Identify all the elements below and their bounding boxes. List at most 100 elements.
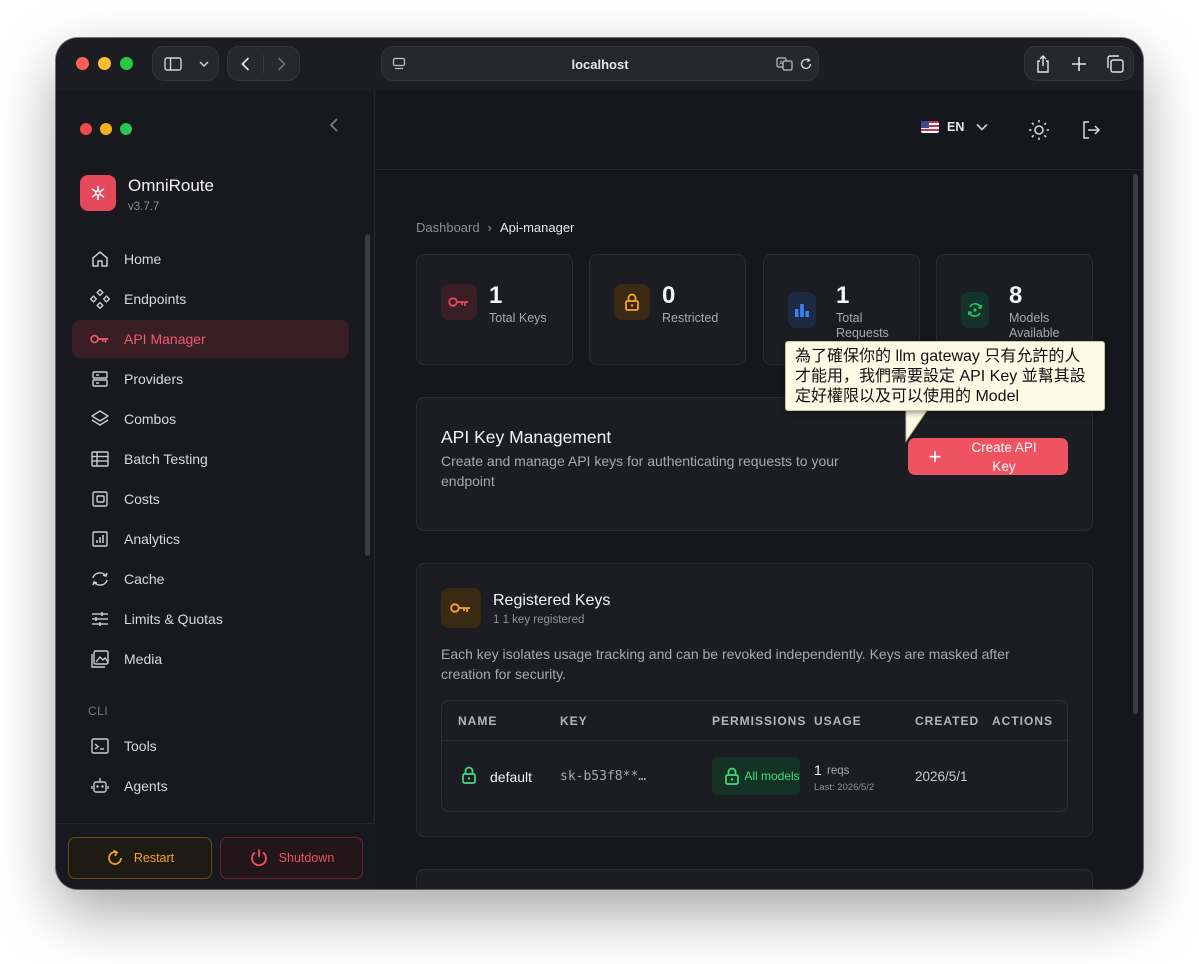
maximize-window-button[interactable] xyxy=(120,57,133,70)
wallet-icon xyxy=(90,489,110,509)
registered-keys-count: 1 1 key registered xyxy=(493,614,585,626)
restart-icon xyxy=(108,849,122,865)
forward-icon[interactable] xyxy=(264,47,299,80)
chevron-down-icon[interactable] xyxy=(193,47,215,80)
app-name: OmniRoute xyxy=(128,176,214,195)
sidebar-item-batch-testing[interactable]: Batch Testing xyxy=(72,440,349,478)
tab-overview-icon[interactable] xyxy=(1097,47,1133,80)
chart-icon xyxy=(90,529,110,549)
url-text: localhost xyxy=(571,57,629,72)
cycle-icon xyxy=(961,292,989,328)
registered-keys-card: Registered Keys 1 1 key registered Each … xyxy=(416,563,1093,837)
sidebar-footer: Restart Shutdown xyxy=(56,823,375,889)
restart-button[interactable]: Restart xyxy=(68,837,212,879)
back-icon[interactable] xyxy=(228,47,263,80)
sidebar-toggle-icon[interactable] xyxy=(153,47,193,80)
management-title: API Key Management xyxy=(441,427,612,447)
sidebar-item-combos[interactable]: Combos xyxy=(72,400,349,438)
column-header-permissions: PERMISSIONS xyxy=(712,714,807,728)
usage-unit: reqs xyxy=(827,765,850,777)
stat-value: 0 xyxy=(662,282,676,309)
permissions-badge[interactable]: All models xyxy=(712,757,800,795)
stat-label: Total Keys xyxy=(489,311,547,325)
breadcrumb-root[interactable]: Dashboard xyxy=(416,220,480,235)
sidebar-item-media[interactable]: Media xyxy=(72,640,349,678)
home-icon xyxy=(90,249,110,269)
chevron-down-icon xyxy=(976,123,988,131)
permissions-label: All models xyxy=(744,768,800,783)
collapse-sidebar-icon[interactable] xyxy=(326,116,344,134)
usage-last: Last: 2026/5/2 xyxy=(814,782,875,793)
next-card xyxy=(416,869,1093,889)
sidebar-item-label: Agents xyxy=(124,778,168,794)
sidebar-dot-green xyxy=(120,123,132,135)
bar-chart-icon xyxy=(788,292,816,328)
stat-label: Total Requests xyxy=(836,311,889,340)
close-window-button[interactable] xyxy=(76,57,89,70)
create-api-key-button[interactable]: + Create API Key xyxy=(908,438,1068,475)
shutdown-label: Shutdown xyxy=(278,851,335,865)
reload-icon[interactable] xyxy=(799,57,813,71)
key-icon xyxy=(441,284,477,320)
theme-toggle-icon[interactable] xyxy=(1028,119,1050,141)
stat-label: Restricted xyxy=(662,311,719,325)
logout-icon[interactable] xyxy=(1080,119,1102,141)
top-header: EN xyxy=(376,90,1143,170)
column-header-usage: USAGE xyxy=(814,714,862,728)
api-key-management-card: API Key Management Create and manage API… xyxy=(416,397,1093,531)
sliders-icon xyxy=(90,609,110,629)
sidebar-dot-red xyxy=(80,123,92,135)
sidebar-item-label: Analytics xyxy=(124,531,181,547)
registered-keys-title: Registered Keys xyxy=(493,592,611,609)
minimize-window-button[interactable] xyxy=(98,57,111,70)
key-icon xyxy=(90,329,110,349)
sidebar-section-cli: CLI xyxy=(88,704,109,718)
key-icon xyxy=(441,588,481,628)
main-scrollbar[interactable] xyxy=(1133,174,1138,714)
column-header-name: NAME xyxy=(458,714,498,728)
sidebar-item-cache[interactable]: Cache xyxy=(72,560,349,598)
sidebar-item-tools[interactable]: Tools xyxy=(72,727,349,765)
sidebar-item-endpoints[interactable]: Endpoints xyxy=(72,280,349,318)
shutdown-button[interactable]: Shutdown xyxy=(220,837,363,879)
sidebar-item-label: Providers xyxy=(124,371,184,387)
breadcrumb-separator: › xyxy=(487,220,492,235)
sidebar-scrollbar[interactable] xyxy=(365,234,370,556)
usage-count: 1 xyxy=(814,762,822,778)
table-row: default sk-b53f8**… All models 1 reqs La… xyxy=(442,741,1067,811)
unlock-icon xyxy=(462,766,476,784)
sidebar-item-limits-quotas[interactable]: Limits & Quotas xyxy=(72,600,349,638)
new-tab-icon[interactable] xyxy=(1061,47,1097,80)
restart-label: Restart xyxy=(133,851,175,865)
sidebar-item-label: Limits & Quotas xyxy=(124,611,223,627)
sidebar-item-label: API Manager xyxy=(124,331,206,347)
terminal-icon xyxy=(90,736,110,756)
key-masked-value: sk-b53f8**… xyxy=(560,769,647,784)
sidebar-item-analytics[interactable]: Analytics xyxy=(72,520,349,558)
language-selector[interactable]: EN xyxy=(921,120,988,134)
sidebar-item-costs[interactable]: Costs xyxy=(72,480,349,518)
stat-value: 8 xyxy=(1009,282,1023,309)
column-header-created: CREATED xyxy=(915,714,980,728)
translate-icon[interactable]: A xyxy=(776,57,793,71)
sidebar-item-label: Cache xyxy=(124,571,165,587)
column-header-actions: ACTIONS xyxy=(992,714,1053,728)
sidebar-item-home[interactable]: Home xyxy=(72,240,349,278)
sidebar-item-label: Combos xyxy=(124,411,177,427)
sidebar-item-api-manager[interactable]: API Manager xyxy=(72,320,349,358)
address-bar[interactable]: localhost A xyxy=(381,46,819,81)
stat-value: 1 xyxy=(489,282,503,309)
table-icon xyxy=(90,449,110,469)
share-icon[interactable] xyxy=(1025,47,1061,80)
sidebar-item-label: Home xyxy=(124,251,162,267)
us-flag-icon xyxy=(921,121,939,133)
table-header: NAME KEY PERMISSIONS USAGE CREATED ACTIO… xyxy=(442,701,1067,741)
breadcrumb: Dashboard › Api-manager xyxy=(416,220,574,235)
sidebar-item-agents[interactable]: Agents xyxy=(72,767,349,805)
lock-icon xyxy=(614,284,650,320)
sidebar-dot-yellow xyxy=(100,123,112,135)
refresh-icon xyxy=(90,569,110,589)
stat-card-restricted: 0 Restricted xyxy=(589,254,746,365)
created-date: 2026/5/1 xyxy=(915,769,968,784)
sidebar-item-providers[interactable]: Providers xyxy=(72,360,349,398)
